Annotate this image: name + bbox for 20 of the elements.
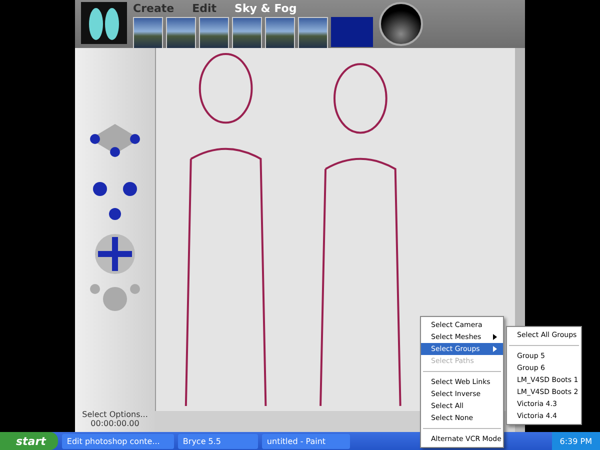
sky-preset-thumbnail[interactable]	[298, 17, 328, 49]
nav-tab[interactable]: Edit	[192, 2, 217, 15]
taskbar-button[interactable]: Bryce 5.5	[178, 434, 258, 448]
thumbnail-drawing[interactable]	[81, 2, 127, 44]
taskbar-button[interactable]: untitled - Paint	[262, 434, 350, 448]
nav-tab[interactable]: Create	[133, 2, 174, 15]
sky-preset-thumbnail[interactable]	[199, 17, 229, 49]
nav-tab[interactable]: Sky & Fog	[234, 2, 297, 15]
sky-preset-thumbnail[interactable]	[133, 17, 163, 49]
time-readout: 00:00:00.00	[90, 419, 140, 428]
sphere-control[interactable]	[379, 2, 423, 46]
start-button[interactable]: start	[0, 432, 58, 450]
status-label: Select Options...	[82, 410, 148, 419]
sky-preset-thumbnail[interactable]	[265, 17, 295, 49]
histogram-drawing	[331, 17, 373, 47]
sky-preset-thumbnail[interactable]	[232, 17, 262, 49]
wireframe-viewport[interactable]	[155, 48, 515, 411]
sky-preset-thumbnail[interactable]	[166, 17, 196, 49]
taskbar-button[interactable]: Edit photoshop conte...	[62, 434, 174, 448]
clock: 6:39 PM	[560, 436, 592, 446]
